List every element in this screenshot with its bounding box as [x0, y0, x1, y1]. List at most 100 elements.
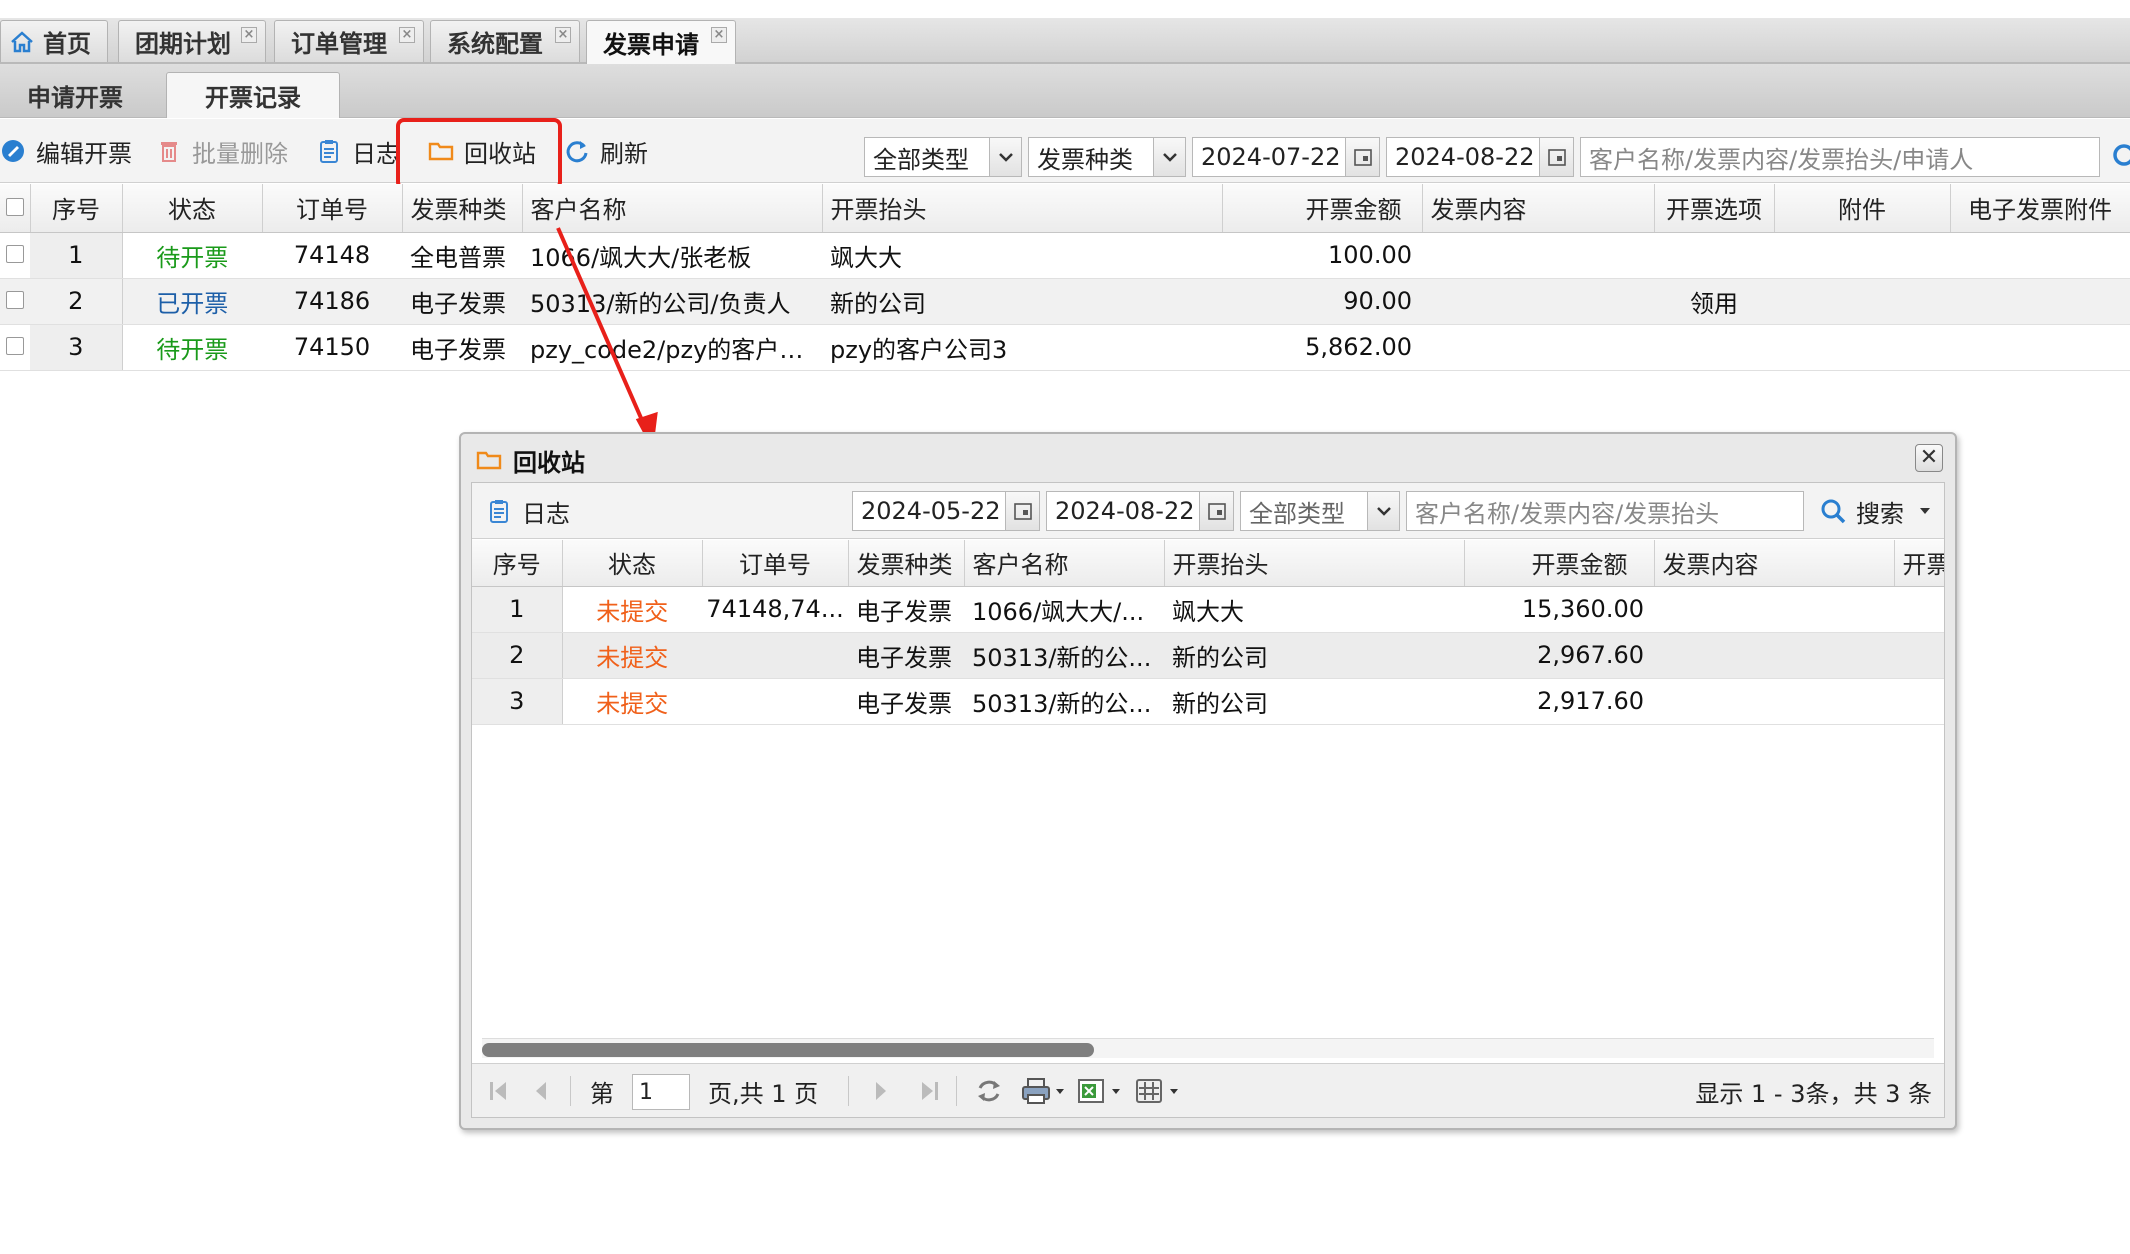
close-icon[interactable]: ×	[241, 27, 257, 43]
tab-invoice-records[interactable]: 开票记录	[166, 72, 340, 118]
column-header[interactable]: 订单号	[262, 184, 403, 233]
status-cell: 未提交	[562, 586, 702, 633]
column-header[interactable]: 序号	[30, 184, 123, 233]
column-header[interactable]: 状态	[122, 184, 263, 233]
search-input[interactable]: 客户名称/发票内容/发票抬头	[1406, 491, 1804, 531]
title-cell: 新的公司	[1164, 632, 1464, 679]
column-header[interactable]: 开票抬头	[822, 184, 1223, 233]
recycle-bin-table-wrapper: 序号 状态 订单号 发票种类 客户名称 开票抬头 开票金额 发票内容 开票 1	[472, 540, 1944, 725]
tab-label: 开票记录	[205, 84, 301, 112]
extra-cell	[1894, 586, 1944, 633]
column-header[interactable]: 订单号	[702, 540, 849, 587]
record-summary: 显示 1 - 3条，共 3 条	[1695, 1079, 1932, 1108]
search-button[interactable]: 搜索	[1820, 493, 1932, 529]
last-page-icon[interactable]	[916, 1076, 942, 1106]
table-row[interactable]: 3 未提交 电子发票 50313/新的公... 新的公司 2,917.60	[472, 678, 1944, 725]
column-header[interactable]: 开票选项	[1654, 184, 1775, 233]
column-header[interactable]: 发票内容	[1654, 540, 1895, 587]
tab-label: 订单管理	[291, 30, 387, 58]
calendar-icon[interactable]	[1345, 138, 1379, 176]
select-all-checkbox[interactable]	[0, 184, 31, 233]
calendar-icon[interactable]	[1199, 492, 1233, 530]
row-checkbox[interactable]	[0, 232, 30, 279]
column-header[interactable]: 开票	[1894, 540, 1944, 587]
top-tab-strip: 首页 团期计划 × 订单管理 × 系统配置 × 发票申请 ×	[0, 18, 2130, 64]
refresh-button[interactable]: 刷新	[564, 133, 648, 169]
tab-invoice-request[interactable]: 发票申请 ×	[586, 20, 736, 64]
e-attachment-cell	[1950, 278, 2130, 325]
edit-invoice-button[interactable]: 编辑开票	[0, 133, 132, 169]
print-icon[interactable]	[1020, 1076, 1066, 1106]
date-value: 2024-07-22	[1201, 143, 1341, 171]
search-icon[interactable]	[2110, 142, 2130, 172]
next-page-icon[interactable]	[870, 1076, 892, 1106]
tab-system-config[interactable]: 系统配置 ×	[430, 20, 580, 62]
row-checkbox[interactable]	[0, 324, 30, 371]
invoice-kind-select[interactable]: 发票种类	[1028, 137, 1186, 177]
date-from-field[interactable]: 2024-07-22	[1192, 137, 1380, 177]
tab-label: 申请开票	[27, 83, 123, 112]
excel-export-icon[interactable]	[1076, 1076, 1122, 1106]
column-header[interactable]: 开票抬头	[1164, 540, 1465, 587]
close-icon[interactable]: ×	[711, 27, 727, 43]
row-checkbox[interactable]	[0, 278, 30, 325]
date-to-field[interactable]: 2024-08-22	[1386, 137, 1574, 177]
type-filter-select[interactable]: 全部类型	[1240, 491, 1400, 531]
column-header[interactable]: 状态	[562, 540, 703, 587]
search-input[interactable]: 客户名称/发票内容/发票抬头/申请人	[1580, 137, 2100, 177]
table-row[interactable]: 3 待开票 74150 电子发票 pzy_code2/pzy的客户公... pz…	[0, 324, 2130, 371]
previous-page-icon[interactable]	[530, 1076, 552, 1106]
column-header[interactable]: 序号	[472, 540, 563, 587]
chevron-down-icon[interactable]	[989, 138, 1021, 176]
close-icon[interactable]: ×	[555, 27, 571, 43]
scrollbar-thumb[interactable]	[482, 1043, 1094, 1057]
table-row[interactable]: 1 待开票 74148 全电普票 1066/飒大大/张老板 飒大大 100.00	[0, 232, 2130, 279]
date-to-field[interactable]: 2024-08-22	[1046, 491, 1234, 531]
status-cell: 待开票	[122, 324, 262, 371]
column-header[interactable]: 开票金额	[1222, 184, 1423, 233]
column-header[interactable]: 发票种类	[402, 184, 523, 233]
column-header[interactable]: 客户名称	[964, 540, 1165, 587]
column-header[interactable]: 附件	[1774, 184, 1951, 233]
chevron-down-icon[interactable]	[1153, 138, 1185, 176]
columns-settings-icon[interactable]	[1134, 1076, 1180, 1106]
tab-home[interactable]: 首页	[0, 20, 108, 62]
sub-tab-strip: 申请开票 开票记录	[0, 64, 2130, 118]
table-row[interactable]: 2 未提交 电子发票 50313/新的公... 新的公司 2,967.60	[472, 632, 1944, 679]
chevron-down-icon[interactable]	[1367, 492, 1399, 530]
title-cell: 新的公司	[822, 278, 1222, 325]
batch-delete-button[interactable]: 批量删除	[156, 133, 288, 169]
column-header[interactable]: 发票种类	[848, 540, 965, 587]
dialog-toolbar: 日志 2024-05-22 2024-08-22 全部类型 客户名称/发票内容/…	[472, 483, 1944, 539]
tab-apply-invoice[interactable]: 申请开票	[0, 72, 150, 118]
column-header[interactable]: 客户名称	[522, 184, 823, 233]
horizontal-scrollbar[interactable]	[482, 1038, 1934, 1058]
column-header[interactable]: 发票内容	[1422, 184, 1655, 233]
content-cell	[1422, 278, 1654, 325]
date-from-field[interactable]: 2024-05-22	[852, 491, 1040, 531]
table-row[interactable]: 1 未提交 74148,74... 电子发票 1066/飒大大/... 飒大大 …	[472, 586, 1944, 633]
column-header[interactable]: 电子发票附件	[1950, 184, 2130, 233]
tab-group-plan[interactable]: 团期计划 ×	[118, 20, 266, 62]
close-icon[interactable]: ×	[399, 27, 415, 43]
row-number: 3	[472, 678, 563, 725]
page-number-input[interactable]	[632, 1074, 690, 1110]
table-row[interactable]: 2 已开票 74186 电子发票 50313/新的公司/负责人 新的公司 90.…	[0, 278, 2130, 325]
home-icon	[11, 30, 33, 52]
log-button[interactable]: 日志	[316, 133, 400, 169]
calendar-icon[interactable]	[1005, 492, 1039, 530]
tab-order-management[interactable]: 订单管理 ×	[274, 20, 424, 62]
type-filter-select[interactable]: 全部类型	[864, 137, 1022, 177]
customer-cell: 1066/飒大大/...	[964, 586, 1164, 633]
caret-down-icon[interactable]	[1918, 506, 1932, 516]
refresh-icon[interactable]	[974, 1076, 1004, 1106]
button-label: 日志	[522, 499, 570, 528]
first-page-icon[interactable]	[486, 1076, 512, 1106]
log-button[interactable]: 日志	[486, 493, 570, 529]
recycle-bin-table: 序号 状态 订单号 发票种类 客户名称 开票抬头 开票金额 发票内容 开票 1	[472, 540, 1944, 725]
tab-label: 首页	[43, 30, 91, 58]
kind-cell: 全电普票	[402, 232, 522, 279]
column-header[interactable]: 开票金额	[1464, 540, 1655, 587]
close-icon[interactable]: ✕	[1915, 444, 1943, 472]
calendar-icon[interactable]	[1539, 138, 1573, 176]
